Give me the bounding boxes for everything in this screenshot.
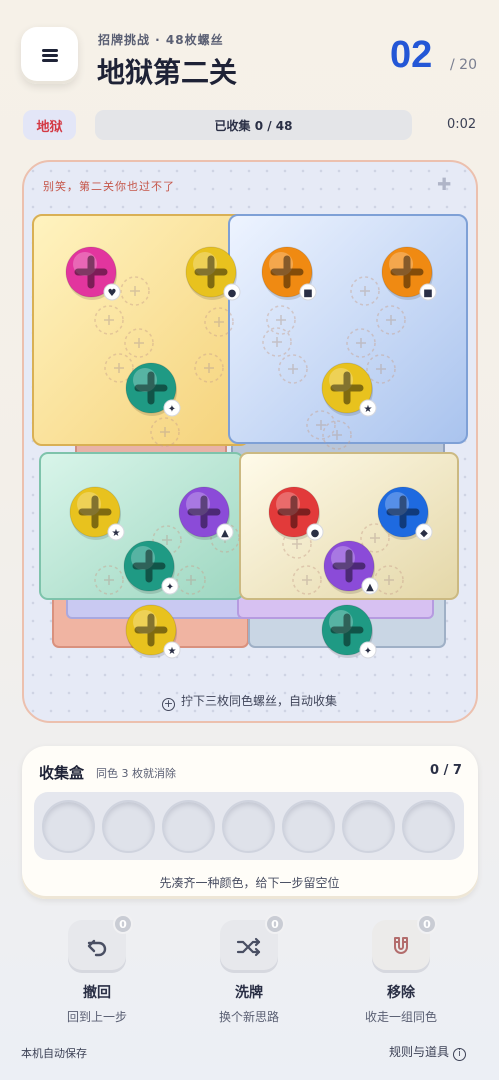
collect-slot	[162, 800, 215, 853]
empty-screw-hole	[262, 327, 292, 357]
undo-sub: 回到上一步	[66, 1010, 127, 1024]
screw-teal[interactable]: ✦	[125, 362, 181, 417]
collect-slot	[342, 800, 395, 853]
sparkle-icon: ✦	[364, 646, 372, 657]
square-icon: ■	[423, 288, 432, 299]
screw-teal[interactable]: ✦	[123, 540, 179, 595]
collect-slot	[42, 800, 95, 853]
screw-yellow[interactable]: ★	[125, 604, 181, 659]
empty-screw-hole	[194, 353, 224, 383]
collect-box-tip: 先凑齐一种颜色，给下一步留空位	[159, 876, 340, 890]
screw-teal[interactable]: ✦	[321, 604, 377, 659]
screw-pink[interactable]: ♥	[65, 246, 121, 301]
remove-sub: 收走一组同色	[364, 1010, 437, 1024]
star-icon: ★	[364, 404, 373, 415]
empty-screw-hole	[322, 420, 352, 450]
screw-yellow[interactable]: ★	[321, 362, 377, 417]
empty-screw-hole	[124, 328, 154, 358]
empty-screw-hole	[176, 565, 206, 595]
collect-box-count: 0 / 7	[430, 763, 462, 778]
triangle-icon: ▲	[366, 582, 374, 593]
heart-icon: ♥	[108, 288, 117, 299]
collect-box-subtitle: 同色 3 枚就消除	[96, 767, 176, 780]
star-icon: ★	[112, 528, 121, 539]
empty-screw-hole	[306, 410, 336, 440]
screw-blue[interactable]: ◆	[377, 486, 433, 541]
empty-screw-hole	[374, 565, 404, 595]
circle-icon: ●	[311, 528, 320, 539]
empty-screw-hole	[150, 417, 180, 447]
screw-purple[interactable]: ▲	[323, 540, 379, 595]
screw-orange[interactable]: ■	[381, 246, 437, 301]
screw-yellow[interactable]: ★	[69, 486, 125, 541]
empty-screw-hole	[94, 565, 124, 595]
empty-screw-hole	[376, 305, 406, 335]
collect-slot	[102, 800, 155, 853]
remove-label: 移除	[387, 985, 415, 1001]
screw-red[interactable]: ●	[268, 486, 324, 541]
plus-circle-icon: +	[161, 697, 175, 711]
screw-yellow[interactable]: ●	[185, 246, 241, 301]
sparkle-icon: ✦	[166, 582, 174, 593]
sparkle-icon: ✦	[168, 404, 176, 415]
star-icon: ★	[168, 646, 177, 657]
shuffle-label: 洗牌	[235, 985, 263, 1001]
screws-layer: ♥ ● ✦ ■ ■ ★ ★ ▲ ✦ ● ◆ ▲ ★ ✦	[65, 246, 437, 659]
shuffle-sub: 换个新思路	[218, 1010, 279, 1024]
rules-link[interactable]: 规则与道具 i	[389, 1043, 467, 1061]
collect-slot	[402, 800, 455, 853]
empty-screw-hole	[120, 276, 150, 306]
empty-screw-hole	[266, 305, 296, 335]
shuffle-count-badge: 0	[265, 914, 285, 934]
square-icon: ■	[303, 288, 312, 299]
screw-purple[interactable]: ▲	[178, 486, 234, 541]
empty-screw-hole	[350, 276, 380, 306]
screw-orange[interactable]: ■	[261, 246, 317, 301]
undo-count-badge: 0	[113, 914, 133, 934]
autosave-note: 本机自动保存	[21, 1047, 87, 1060]
collect-box-title: 收集盒	[39, 764, 85, 782]
info-icon: i	[453, 1048, 467, 1061]
triangle-icon: ▲	[221, 528, 229, 539]
collect-slot	[282, 800, 335, 853]
empty-screw-hole	[204, 307, 234, 337]
collect-slot	[222, 800, 275, 853]
empty-screw-hole	[366, 354, 396, 384]
undo-label: 撤回	[83, 985, 111, 1001]
circle-icon: ●	[228, 288, 237, 299]
board-footer-hint: + 拧下三枚同色螺丝，自动收集	[161, 694, 337, 711]
empty-screw-hole	[346, 328, 376, 358]
empty-screw-hole	[278, 354, 308, 384]
empty-screw-hole	[94, 305, 124, 335]
empty-screw-hole	[292, 565, 322, 595]
remove-count-badge: 0	[417, 914, 437, 934]
diamond-icon: ◆	[420, 528, 428, 539]
